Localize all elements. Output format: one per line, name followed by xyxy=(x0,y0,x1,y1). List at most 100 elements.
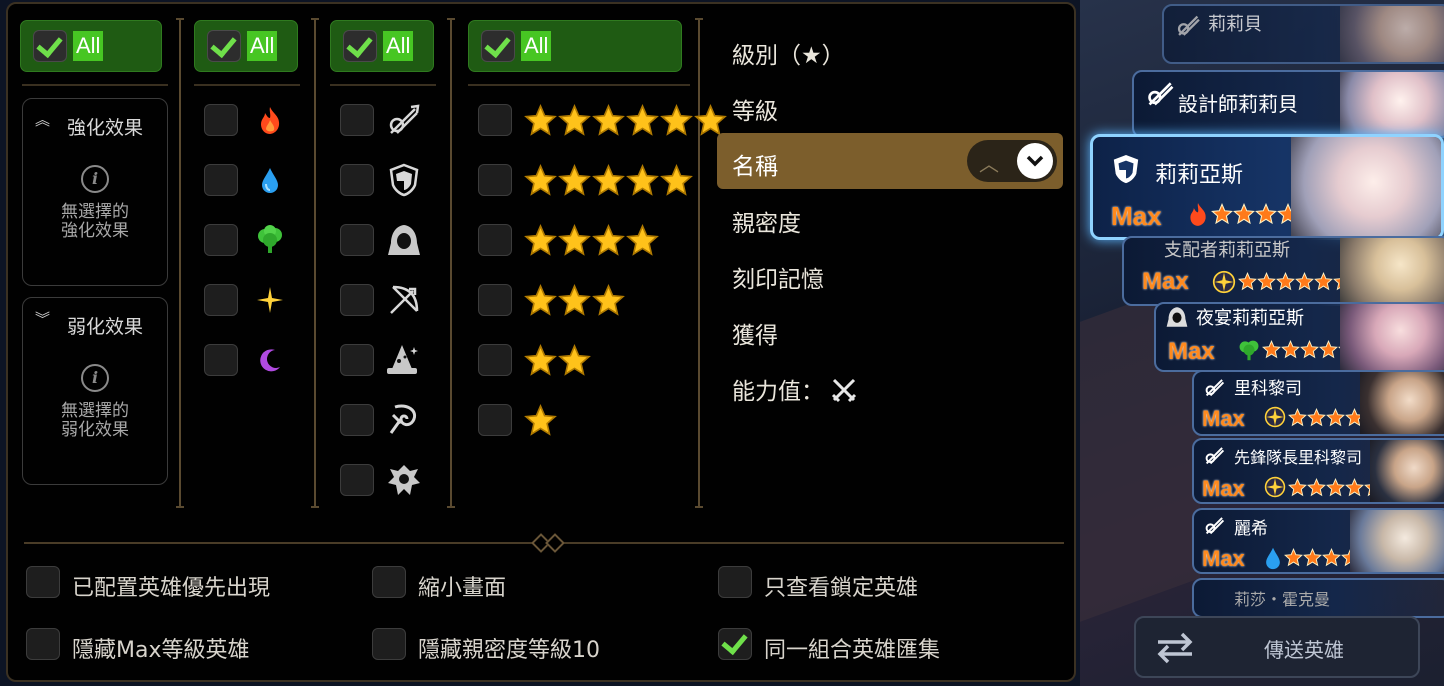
max-badge: Max xyxy=(1111,201,1162,231)
ranger-checkbox[interactable] xyxy=(340,284,374,316)
option-hide-intimacy-checkbox[interactable] xyxy=(372,628,406,660)
star-icon xyxy=(1300,339,1319,363)
knight-icon xyxy=(386,102,422,138)
option-priority-checkbox[interactable] xyxy=(26,566,60,598)
sort-by-acquired[interactable]: 獲得 xyxy=(732,316,778,350)
star2-checkbox[interactable] xyxy=(478,344,512,376)
hero-list[interactable]: 莉莉貝 設計師莉莉貝 莉莉亞斯 Max 支配者莉莉亞斯 Max 夜宴莉莉亞斯 M… xyxy=(1080,0,1444,686)
chevron-down-icon[interactable] xyxy=(1017,143,1053,179)
chevron-up-icon[interactable]: ︿ xyxy=(979,148,999,177)
star3-checkbox[interactable] xyxy=(478,284,512,316)
all-label: All xyxy=(383,31,414,61)
star6-checkbox[interactable] xyxy=(478,104,512,136)
sort-direction-toggle[interactable]: ︿ xyxy=(967,140,1057,182)
star-icon xyxy=(1295,271,1314,295)
guardian-checkbox[interactable] xyxy=(340,164,374,196)
hero-card[interactable]: 夜宴莉莉亞斯 Max xyxy=(1154,302,1444,372)
star-icon xyxy=(524,283,557,321)
hero-card[interactable]: 設計師莉莉貝 xyxy=(1132,70,1444,138)
star-icon xyxy=(1233,202,1255,229)
hero-card[interactable]: 里科黎司 Max xyxy=(1192,370,1444,436)
divider xyxy=(22,84,168,86)
element-all-toggle[interactable]: All xyxy=(194,20,298,72)
earth-icon xyxy=(1238,338,1260,366)
option-hide-max-checkbox[interactable] xyxy=(26,628,60,660)
all-label: All xyxy=(247,31,278,61)
star-icon xyxy=(558,103,591,141)
star5-checkbox[interactable] xyxy=(478,164,512,196)
class-all-toggle[interactable]: All xyxy=(330,20,434,72)
option-shrink-label[interactable]: 縮小畫面 xyxy=(418,570,506,602)
hero-card[interactable]: 支配者莉莉亞斯 Max xyxy=(1122,236,1444,306)
hero-name: 先鋒隊長里科黎司 xyxy=(1234,448,1363,467)
sort-by-grade[interactable]: 級別（★） xyxy=(732,36,845,70)
star-rating-2 xyxy=(524,343,591,381)
star-icon xyxy=(1345,477,1364,501)
debuff-desc: 無選擇的 弱化效果 xyxy=(23,402,167,440)
option-hide-intimacy-label[interactable]: 隱藏親密度等級10 xyxy=(418,632,600,664)
star-icon xyxy=(558,283,591,321)
hero-name: 莉莉貝 xyxy=(1208,14,1262,35)
star1-checkbox[interactable] xyxy=(478,404,512,436)
hero-card[interactable]: 莉莎・霍克曼 xyxy=(1192,578,1444,618)
all-label: All xyxy=(521,31,552,61)
option-locked-label[interactable]: 只查看鎖定英雄 xyxy=(764,570,918,602)
hero-card[interactable]: 先鋒隊長里科黎司 Max xyxy=(1192,438,1444,504)
hero-name: 夜宴莉莉亞斯 xyxy=(1196,308,1304,329)
sort-by-level[interactable]: 等級 xyxy=(732,92,778,126)
hero-card-selected[interactable]: 莉莉亞斯 Max xyxy=(1090,134,1444,240)
divider-ornament xyxy=(545,533,565,553)
sort-by-name-selected[interactable]: 名稱 ︿ xyxy=(717,133,1063,189)
hero-portrait xyxy=(1360,372,1444,434)
transfer-hero-button[interactable]: 傳送英雄 xyxy=(1134,616,1420,678)
option-shrink-checkbox[interactable] xyxy=(372,566,406,598)
column-divider xyxy=(176,18,184,508)
guardian-icon xyxy=(1111,153,1141,189)
light-icon xyxy=(1264,406,1286,432)
star-icon xyxy=(1307,407,1326,431)
sort-by-imprint[interactable]: 刻印記憶 xyxy=(732,260,824,294)
swap-arrows-icon xyxy=(1154,630,1196,670)
option-hide-max-label[interactable]: 隱藏Max等級英雄 xyxy=(72,632,249,664)
dark-checkbox[interactable] xyxy=(204,344,238,376)
sort-by-stat[interactable]: 能力值： xyxy=(732,372,857,409)
star-icon xyxy=(1281,339,1300,363)
star-all-toggle[interactable]: All xyxy=(468,20,682,72)
option-priority-label[interactable]: 已配置英雄優先出現 xyxy=(72,570,270,602)
water-checkbox[interactable] xyxy=(204,164,238,196)
mage-checkbox[interactable] xyxy=(340,344,374,376)
filter-panel: All All All All ︽ 強化效果 i 無選擇的 強化效果 ︾ 弱化效… xyxy=(6,2,1076,682)
star4-checkbox[interactable] xyxy=(478,224,512,256)
hero-portrait xyxy=(1340,6,1444,62)
hero-card[interactable]: 莉莉貝 xyxy=(1162,4,1444,64)
star-icon xyxy=(524,223,557,261)
ranger-icon xyxy=(386,282,422,318)
debuff-filter-box[interactable]: ︾ 弱化效果 i 無選擇的 弱化效果 xyxy=(22,297,168,485)
option-group-checkbox[interactable] xyxy=(718,628,752,660)
buff-filter-box[interactable]: ︽ 強化效果 i 無選擇的 強化效果 xyxy=(22,98,168,286)
star-icon xyxy=(524,403,557,441)
star-icon xyxy=(592,283,625,321)
star-icon xyxy=(1288,407,1307,431)
assassin-checkbox[interactable] xyxy=(340,224,374,256)
light-checkbox[interactable] xyxy=(204,284,238,316)
earth-checkbox[interactable] xyxy=(204,224,238,256)
hero-card[interactable]: 麗希 Max xyxy=(1192,508,1444,574)
hero-name: 莉莉亞斯 xyxy=(1155,163,1244,188)
crossed-swords-icon xyxy=(831,377,857,409)
option-locked-checkbox[interactable] xyxy=(718,566,752,598)
fire-checkbox[interactable] xyxy=(204,104,238,136)
option-group-label[interactable]: 同一組合英雄匯集 xyxy=(764,632,940,664)
info-icon: i xyxy=(81,165,109,193)
hero-name: 里科黎司 xyxy=(1234,379,1302,399)
warlock-checkbox[interactable] xyxy=(340,404,374,436)
sort-by-intimacy[interactable]: 親密度 xyxy=(732,204,801,238)
effects-all-toggle[interactable]: All xyxy=(20,20,162,72)
hero-portrait xyxy=(1340,72,1444,136)
divider xyxy=(468,84,690,86)
knight-checkbox[interactable] xyxy=(340,104,374,136)
star-icon xyxy=(1314,271,1333,295)
soul-weaver-checkbox[interactable] xyxy=(340,464,374,496)
star-rating-5 xyxy=(524,163,693,201)
star-icon xyxy=(660,103,693,141)
